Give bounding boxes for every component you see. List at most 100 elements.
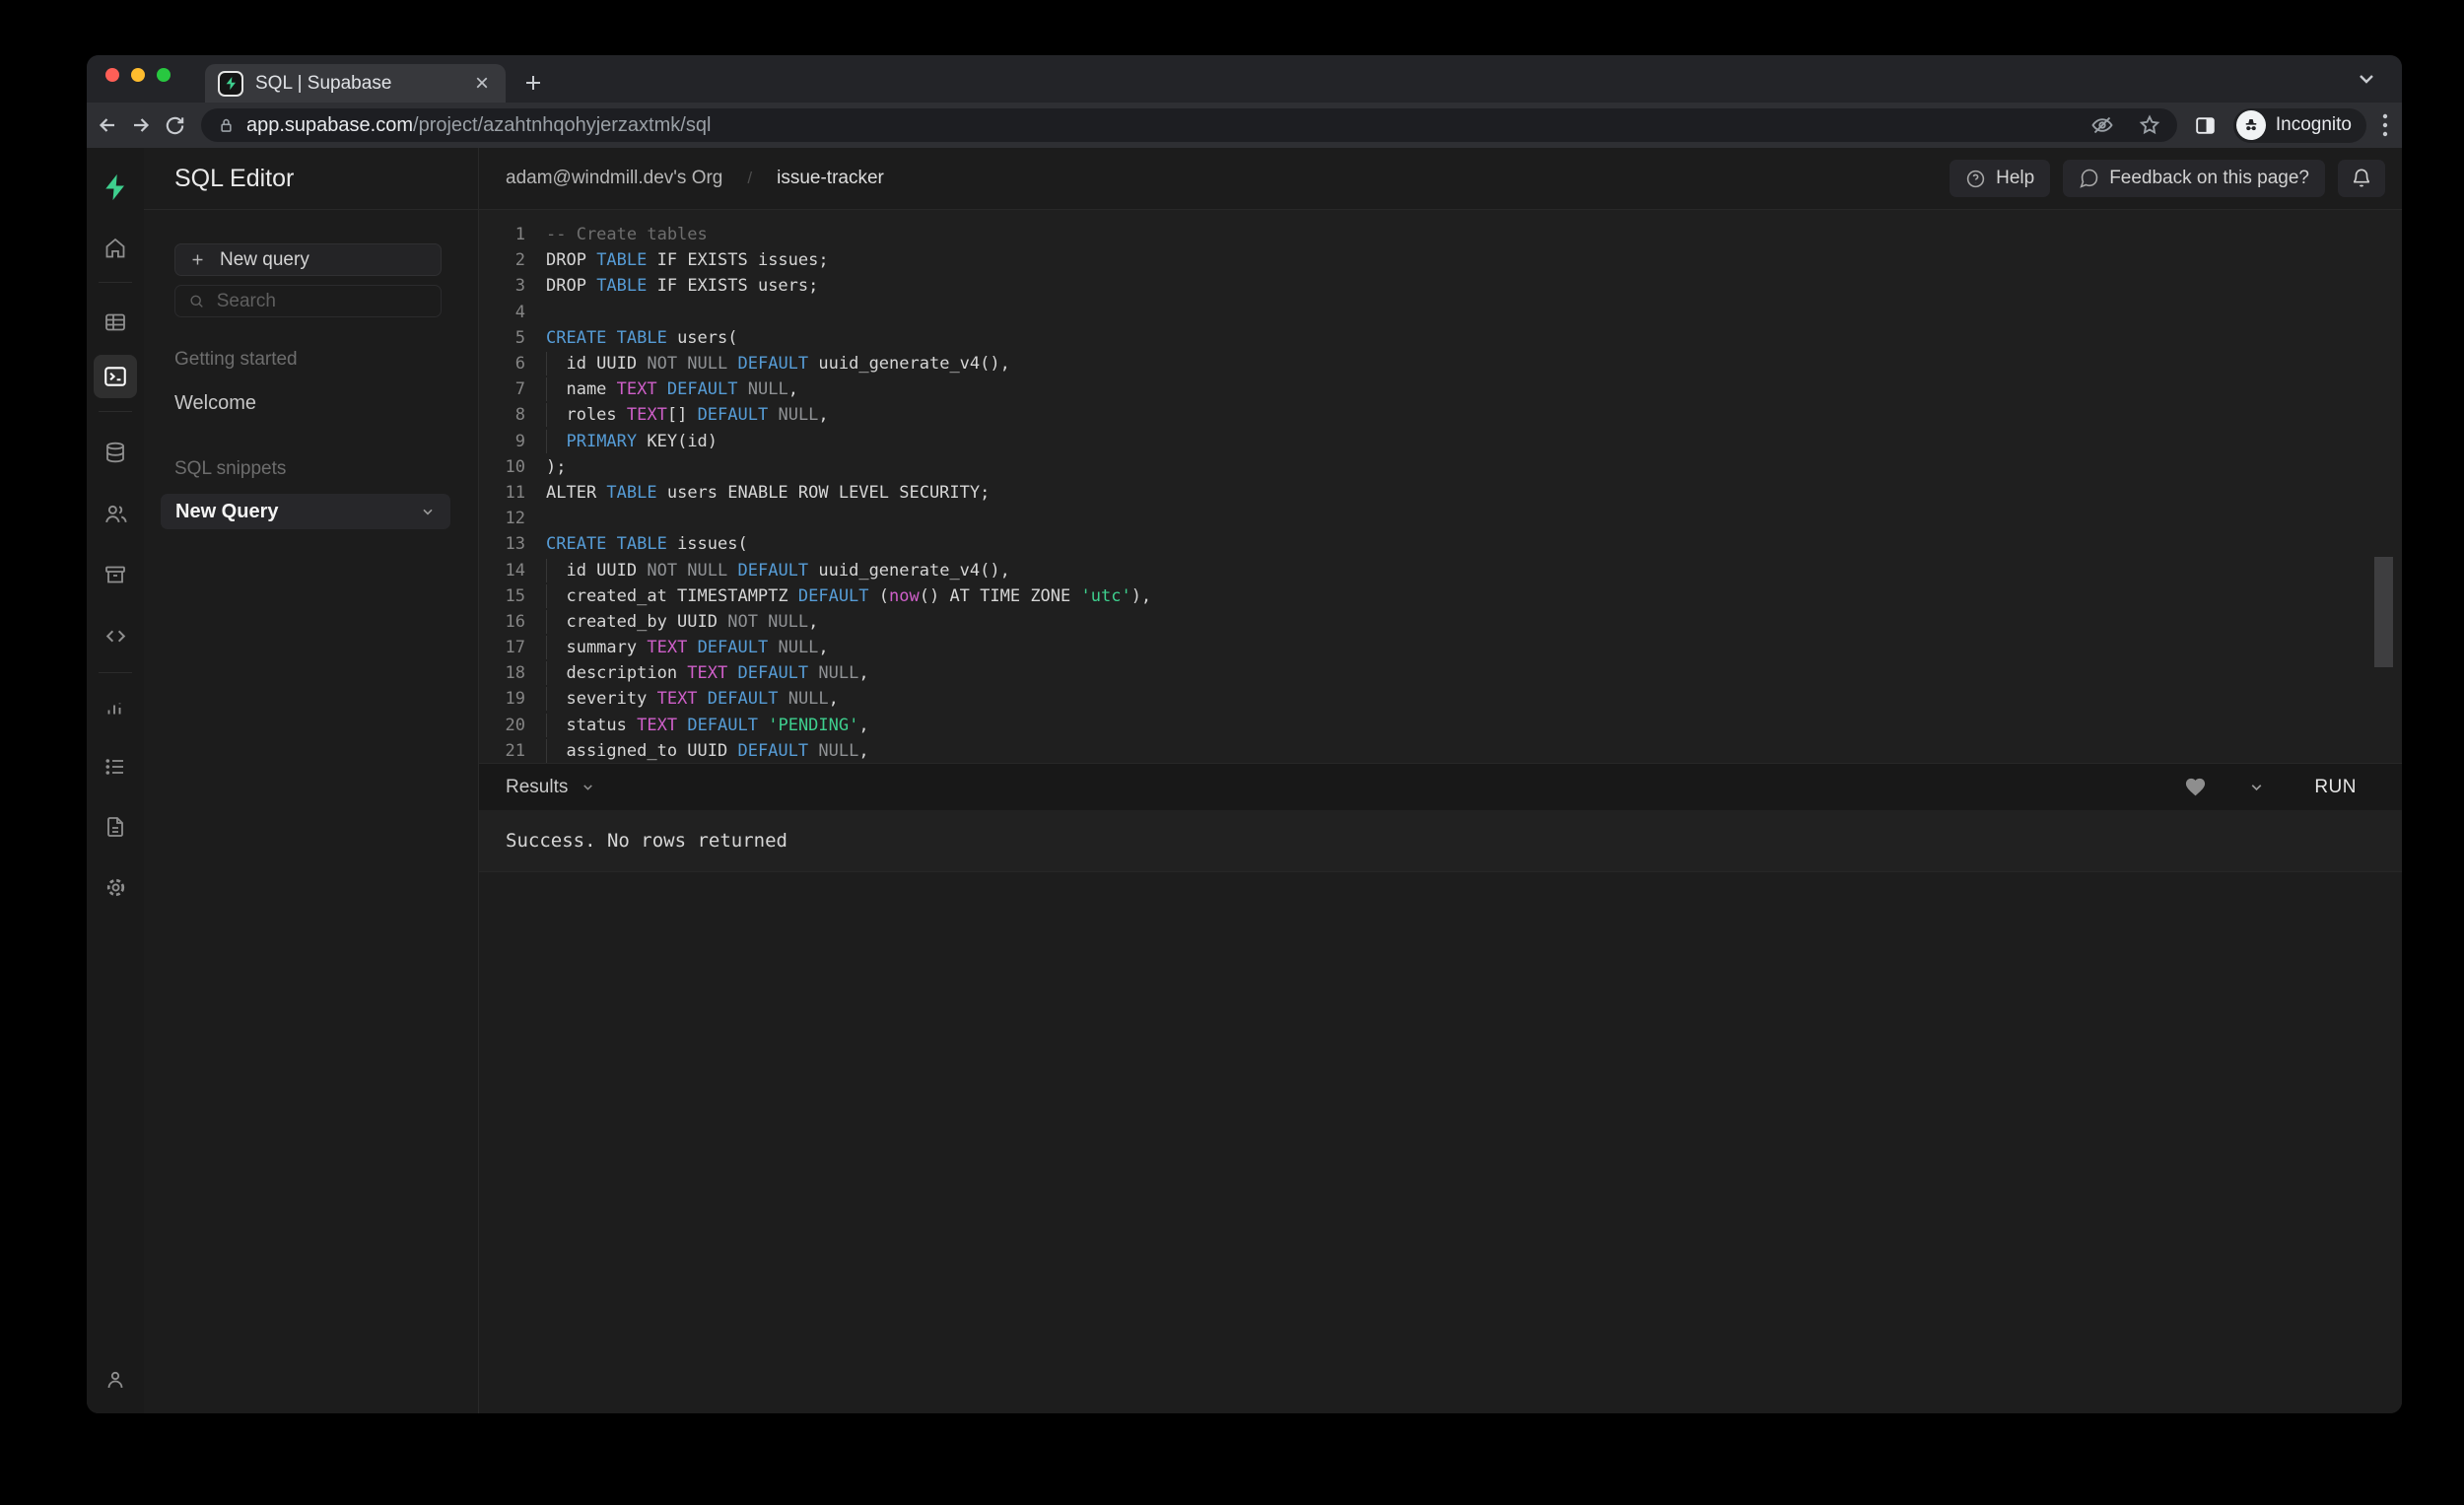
line-number: 6 — [479, 354, 525, 374]
code-line[interactable]: 16 created_by UUID NOT NULL, — [479, 609, 2402, 635]
code-line[interactable]: 11ALTER TABLE users ENABLE ROW LEVEL SEC… — [479, 480, 2402, 506]
bell-icon — [2351, 168, 2372, 189]
code-line[interactable]: 3DROP TABLE IF EXISTS users; — [479, 273, 2402, 299]
code-text: -- Create tables — [546, 225, 708, 244]
line-number: 10 — [479, 457, 525, 477]
panel-body: New query Getting started Welcome SQL sn… — [144, 210, 478, 529]
notifications-button[interactable] — [2338, 160, 2385, 197]
code-text: ); — [546, 457, 566, 477]
url-path: /project/azahtnhqohyjerzaxtmk/sql — [413, 114, 711, 136]
search-box[interactable] — [174, 285, 442, 317]
code-line[interactable]: 15 created_at TIMESTAMPTZ DEFAULT (now()… — [479, 583, 2402, 609]
table-editor-icon[interactable] — [96, 303, 135, 342]
code-text: CREATE TABLE users( — [546, 328, 737, 348]
desktop: SQL | Supabase × app.supabase. — [0, 0, 2464, 1505]
code-text: created_at TIMESTAMPTZ DEFAULT (now() AT… — [546, 586, 1151, 606]
account-icon[interactable] — [96, 1360, 135, 1400]
results-bar: Results RUN — [479, 763, 2402, 810]
side-panel-icon[interactable] — [2193, 113, 2218, 138]
code-text: name TEXT DEFAULT NULL, — [546, 379, 798, 399]
code-line[interactable]: 14 id UUID NOT NULL DEFAULT uuid_generat… — [479, 557, 2402, 582]
bookmark-star-icon[interactable] — [2138, 113, 2161, 137]
rail-divider — [99, 672, 132, 673]
code-line[interactable]: 13CREATE TABLE issues( — [479, 531, 2402, 557]
close-window-button[interactable] — [105, 68, 119, 82]
breadcrumb-org[interactable]: adam@windmill.dev's Org — [506, 168, 722, 189]
settings-gear-icon[interactable] — [96, 867, 135, 907]
code-line[interactable]: 7 name TEXT DEFAULT NULL, — [479, 376, 2402, 402]
new-tab-button[interactable] — [517, 67, 549, 99]
code-line[interactable]: 8 roles TEXT[] DEFAULT NULL, — [479, 402, 2402, 428]
tab-close-icon[interactable]: × — [471, 72, 493, 96]
code-text: description TEXT DEFAULT NULL, — [546, 663, 869, 683]
favorite-heart-icon[interactable] — [2184, 776, 2207, 798]
line-number: 19 — [479, 689, 525, 709]
results-dropdown[interactable]: Results — [506, 777, 595, 798]
code-line[interactable]: 18 description TEXT DEFAULT NULL, — [479, 660, 2402, 686]
tab-title: SQL | Supabase — [255, 73, 459, 95]
code-line[interactable]: 17 summary TEXT DEFAULT NULL, — [479, 635, 2402, 660]
panel-item-new-query-label: New Query — [175, 501, 278, 523]
chevron-down-icon — [581, 780, 595, 794]
back-button[interactable] — [91, 108, 124, 142]
browser-tab[interactable]: SQL | Supabase × — [205, 64, 506, 103]
line-number: 14 — [479, 561, 525, 581]
auth-users-icon[interactable] — [96, 494, 135, 533]
code-line[interactable]: 20 status TEXT DEFAULT 'PENDING', — [479, 713, 2402, 738]
code-line[interactable]: 21 assigned_to UUID DEFAULT NULL, — [479, 738, 2402, 763]
code-text: status TEXT DEFAULT 'PENDING', — [546, 716, 869, 735]
new-query-button-label: New query — [220, 249, 309, 271]
logs-icon[interactable] — [96, 747, 135, 787]
code-line[interactable]: 10); — [479, 454, 2402, 480]
line-number: 12 — [479, 509, 525, 528]
search-input[interactable] — [217, 291, 428, 312]
minimize-window-button[interactable] — [131, 68, 145, 82]
storage-icon[interactable] — [96, 555, 135, 594]
incognito-badge: Incognito — [2233, 108, 2366, 143]
reload-button[interactable] — [158, 108, 191, 142]
help-button-label: Help — [1996, 168, 2034, 189]
code-line[interactable]: 6 id UUID NOT NULL DEFAULT uuid_generate… — [479, 351, 2402, 376]
run-button[interactable]: RUN — [2314, 777, 2357, 798]
code-line[interactable]: 2DROP TABLE IF EXISTS issues; — [479, 247, 2402, 273]
incognito-icon — [2236, 110, 2266, 140]
editor-scrollbar[interactable] — [2374, 557, 2393, 667]
panel-title: SQL Editor — [144, 148, 478, 210]
forward-button[interactable] — [124, 108, 158, 142]
code-line[interactable]: 19 severity TEXT DEFAULT NULL, — [479, 686, 2402, 712]
chevron-down-icon[interactable] — [420, 504, 436, 519]
supabase-logo-icon[interactable] — [96, 168, 135, 207]
code-line[interactable]: 1-- Create tables — [479, 222, 2402, 247]
code-line[interactable]: 5CREATE TABLE users( — [479, 325, 2402, 351]
home-icon[interactable] — [96, 229, 135, 268]
breadcrumb-project[interactable]: issue-tracker — [777, 168, 884, 189]
edge-functions-icon[interactable] — [96, 616, 135, 655]
results-dropdown-label: Results — [506, 777, 568, 798]
code-line[interactable]: 4 — [479, 300, 2402, 325]
rail-divider — [99, 411, 132, 412]
reports-icon[interactable] — [96, 687, 135, 726]
feedback-button[interactable]: Feedback on this page? — [2063, 160, 2325, 197]
code-text: PRIMARY KEY(id) — [546, 432, 718, 451]
line-number: 2 — [479, 250, 525, 270]
code-editor[interactable]: 1-- Create tables2DROP TABLE IF EXISTS i… — [479, 210, 2402, 763]
eye-off-icon[interactable] — [2090, 113, 2114, 137]
sql-editor-icon[interactable] — [94, 355, 137, 398]
address-bar[interactable]: app.supabase.com/project/azahtnhqohyjerz… — [201, 108, 2177, 142]
database-icon[interactable] — [96, 433, 135, 472]
tab-search-chevron-icon[interactable] — [2357, 71, 2376, 87]
browser-menu-icon[interactable] — [2382, 112, 2388, 138]
code-text: assigned_to UUID DEFAULT NULL, — [546, 741, 869, 761]
docs-icon[interactable] — [96, 807, 135, 847]
panel-item-new-query[interactable]: New Query — [161, 494, 450, 529]
code-line[interactable]: 9 PRIMARY KEY(id) — [479, 429, 2402, 454]
code-line[interactable]: 12 — [479, 506, 2402, 531]
panel-item-welcome[interactable]: Welcome — [174, 392, 442, 415]
new-query-button[interactable]: New query — [174, 243, 442, 276]
run-options-chevron-icon[interactable] — [2248, 779, 2265, 795]
zoom-window-button[interactable] — [157, 68, 171, 82]
code-text: id UUID NOT NULL DEFAULT uuid_generate_v… — [546, 354, 1010, 374]
line-number: 11 — [479, 483, 525, 503]
breadcrumb-separator: / — [747, 169, 752, 188]
help-button[interactable]: Help — [1950, 160, 2050, 197]
